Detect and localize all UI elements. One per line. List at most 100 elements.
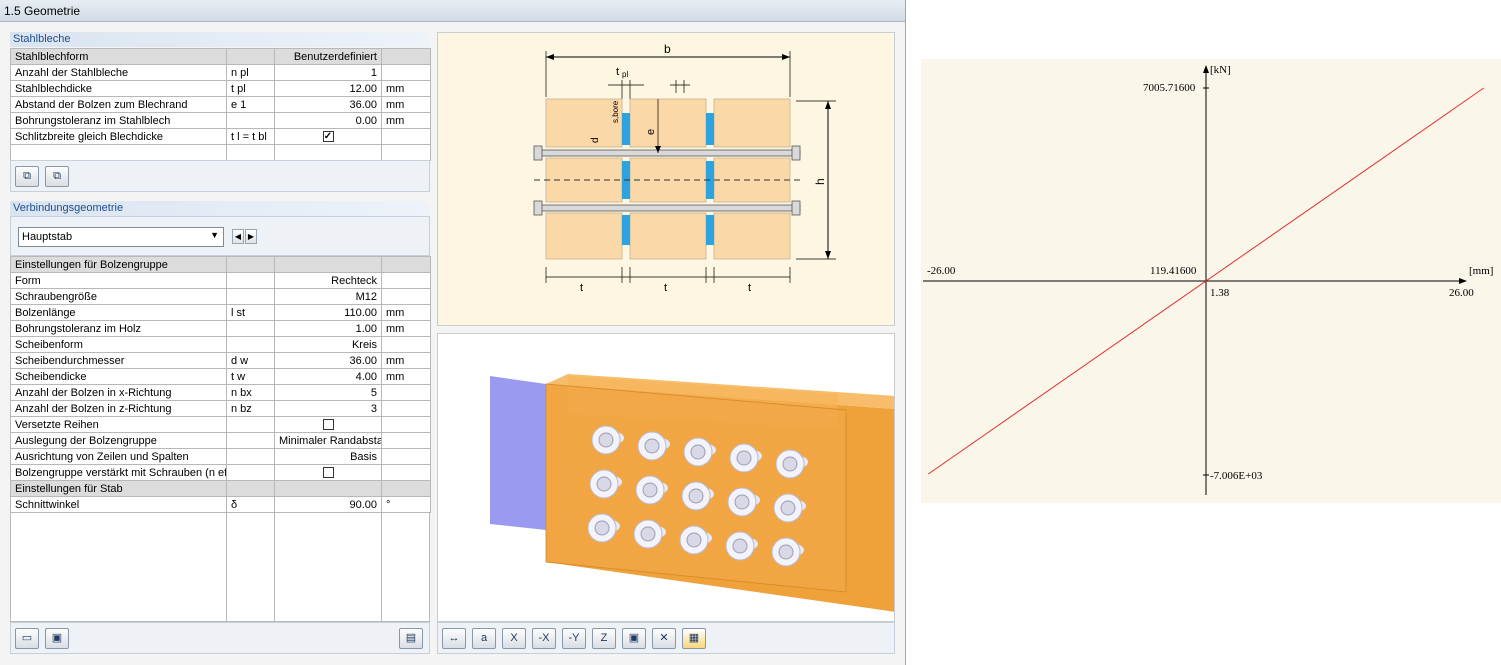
table-row[interactable]: Einstellungen für Stab	[10, 480, 431, 497]
row-value[interactable]: 3	[274, 400, 382, 417]
row-symbol	[226, 112, 275, 129]
slot-width-checkbox[interactable]: ✓	[322, 131, 334, 143]
next-icon[interactable]: ▶	[245, 229, 257, 244]
table-row[interactable]: Bolzenlänge l st 110.00 mm	[10, 304, 431, 321]
row-value[interactable]: Basis	[274, 448, 382, 465]
table-row[interactable]: Ausrichtung von Zeilen und Spalten Basis	[10, 448, 431, 465]
row-value[interactable]: 110.00	[274, 304, 382, 321]
row-label: Scheibendurchmesser	[10, 352, 227, 369]
row-value[interactable]: 1.00	[274, 320, 382, 337]
row-label: Bolzengruppe verstärkt mit Schrauben (n …	[10, 464, 227, 481]
table-row[interactable]: Anzahl der Bolzen in z-Richtung n bz 3	[10, 400, 431, 417]
row-unit	[381, 272, 431, 289]
bolt-head	[644, 438, 660, 454]
row-label: Schlitzbreite gleich Blechdicke	[10, 128, 227, 145]
row-value[interactable]: Minimaler Randabsta	[274, 432, 382, 449]
table-row[interactable]: Auslegung der Bolzengruppe Minimaler Rand…	[10, 432, 431, 449]
t1-label-b: t	[664, 282, 667, 294]
row-value[interactable]	[274, 256, 382, 273]
row-value[interactable]: Rechteck	[274, 272, 382, 289]
table-row[interactable]: Einstellungen für Bolzengruppe	[10, 256, 431, 273]
row-value[interactable]: 4.00	[274, 368, 382, 385]
chart-svg: [kN] [mm] 7005.71600 -7.006E+03 -26.00 2…	[923, 64, 1493, 495]
table-row[interactable]: Abstand der Bolzen zum Blechrand e 1 36.00…	[10, 96, 431, 113]
row-value[interactable]: ✓	[274, 128, 382, 145]
previous-icon[interactable]: ◀	[232, 229, 244, 244]
export-icon[interactable]: ⧉	[45, 166, 69, 187]
table-row[interactable]: Form Rechteck	[10, 272, 431, 289]
row-unit	[381, 64, 431, 81]
row-value[interactable]: 36.00	[274, 352, 382, 369]
table-row[interactable]: Bolzengruppe verstärkt mit Schrauben (n …	[10, 464, 431, 481]
row-unit	[381, 128, 431, 145]
row-value[interactable]: 1	[274, 64, 382, 81]
row-value[interactable]	[274, 480, 382, 497]
table-row[interactable]: Anzahl der Stahlbleche n pl 1	[10, 64, 431, 81]
table-row[interactable]: Bohrungstoleranz im Holz 1.00 mm	[10, 320, 431, 337]
row-value[interactable]	[274, 416, 382, 433]
3d-view[interactable]	[437, 333, 895, 622]
dimension-icon[interactable]: ↔	[442, 628, 466, 649]
book-icon[interactable]: ▭	[15, 628, 39, 649]
bolt-head	[686, 532, 702, 548]
row-symbol	[226, 320, 275, 337]
bolt-head	[690, 444, 706, 460]
load-displacement-diagram: [kN] [mm] 7005.71600 -7.006E+03 -26.00 2…	[921, 59, 1501, 503]
y-axis-label: [kN]	[1210, 64, 1231, 76]
view-x-icon[interactable]: X	[502, 628, 526, 649]
row-value[interactable]: Benutzerdefiniert	[274, 48, 382, 65]
steel-plates-table: Stahlblechform Benutzerdefiniert Anzahl de…	[10, 48, 431, 161]
row-unit	[381, 336, 431, 353]
row-unit	[381, 464, 431, 481]
reinforced-screws-checkbox[interactable]	[322, 467, 334, 479]
bolt-head	[782, 456, 798, 472]
table-row[interactable]: Schnittwinkel δ 90.00 °	[10, 496, 431, 513]
bottom-toolbar-left: ▭ ▣ ▤	[10, 622, 430, 654]
table-row[interactable]: Versetzte Reihen	[10, 416, 431, 433]
staggered-rows-checkbox[interactable]	[322, 419, 334, 431]
h-label: h	[813, 178, 827, 185]
row-value[interactable]: 36.00	[274, 96, 382, 113]
row-symbol: n bz	[226, 400, 275, 417]
settings-icon[interactable]: ▤	[399, 628, 423, 649]
isometric-icon[interactable]: ▣	[622, 628, 646, 649]
table-row[interactable]: Scheibendurchmesser d w 36.00 mm	[10, 352, 431, 369]
row-value[interactable]: Kreis	[274, 336, 382, 353]
table-row[interactable]: Schraubengröße M12	[10, 288, 431, 305]
render-mode-icon[interactable]: ▦	[682, 628, 706, 649]
row-value[interactable]: 12.00	[274, 80, 382, 97]
row-value[interactable]: 90.00	[274, 496, 382, 513]
t1-label-a: t	[580, 282, 583, 294]
row-symbol	[226, 432, 275, 449]
table-row[interactable]: Anzahl der Bolzen in x-Richtung n bx 5	[10, 384, 431, 401]
row-value[interactable]	[274, 464, 382, 481]
row-value[interactable]: 5	[274, 384, 382, 401]
view-minus-x-icon[interactable]: -X	[532, 628, 556, 649]
save-icon[interactable]: ▣	[45, 628, 69, 649]
table-row[interactable]: Scheibendicke t w 4.00 mm	[10, 368, 431, 385]
member-dropdown-value: Hauptstab	[22, 231, 73, 243]
member-dropdown[interactable]: Hauptstab ▼	[18, 227, 224, 247]
bolt-head	[778, 544, 794, 560]
empty-cell	[381, 144, 431, 161]
origin-y-label: 119.41600	[1150, 265, 1197, 277]
table-row[interactable]: Stahlblechform Benutzerdefiniert	[10, 48, 431, 65]
table-row[interactable]: Stahlblechdicke t pl 12.00 mm	[10, 80, 431, 97]
row-unit: mm	[381, 80, 431, 97]
import-icon[interactable]: ⧉	[15, 166, 39, 187]
row-value[interactable]: M12	[274, 288, 382, 305]
steel-plates-toolbar: ⧉ ⧉	[10, 160, 430, 192]
table-row[interactable]: Bohrungstoleranz im Stahlblech 0.00 mm	[10, 112, 431, 129]
member-selector-area: Hauptstab ▼ ◀ ▶	[10, 216, 430, 256]
row-value[interactable]: 0.00	[274, 112, 382, 129]
chevron-down-icon: ▼	[210, 230, 219, 240]
table-row[interactable]: Schlitzbreite gleich Blechdicke t l = t b…	[10, 128, 431, 145]
view-minus-y-icon[interactable]: -Y	[562, 628, 586, 649]
view-z-icon[interactable]: Z	[592, 628, 616, 649]
empty-cell	[274, 144, 382, 161]
geometry-dialog: 1.5 Geometrie Stahlbleche Stahlblechform…	[0, 0, 906, 665]
row-symbol	[226, 256, 275, 273]
reset-view-icon[interactable]: ✕	[652, 628, 676, 649]
annotation-icon[interactable]: a	[472, 628, 496, 649]
table-row[interactable]: Scheibenform Kreis	[10, 336, 431, 353]
